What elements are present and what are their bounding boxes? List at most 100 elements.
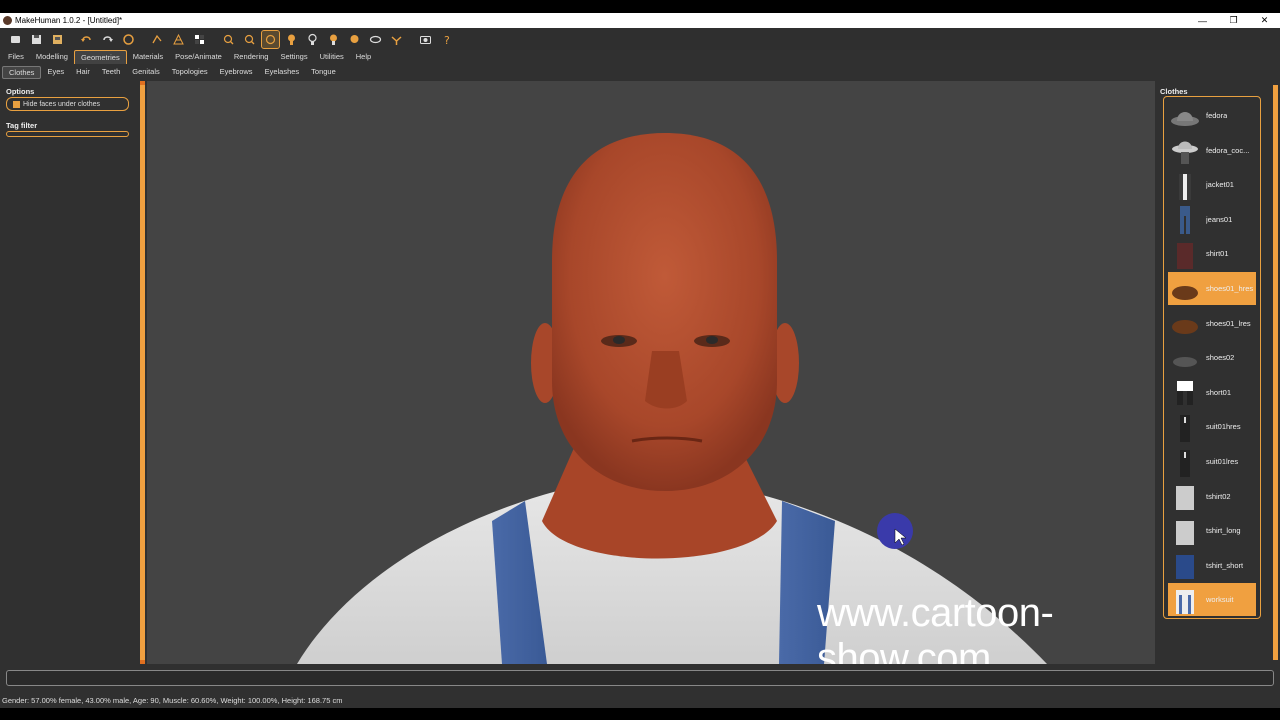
clothes-item[interactable]: fedora — [1168, 99, 1256, 132]
scroll-track[interactable] — [140, 85, 145, 660]
clothes-item[interactable]: shoes01_lres — [1168, 307, 1256, 340]
tab-utilities[interactable]: Utilities — [314, 50, 350, 64]
zoom-out-icon — [244, 34, 255, 44]
title-bar: MakeHuman 1.0.2 - [Untitled]* — ❐ ✕ — [0, 13, 1280, 28]
clothes-item[interactable]: short01 — [1168, 376, 1256, 409]
clothes-item[interactable]: suit01hres — [1168, 410, 1256, 443]
jacket-thumbnail — [1168, 168, 1202, 201]
clothes-item-label: fedora_coc... — [1206, 145, 1250, 155]
clothes-item[interactable]: fedora_coc... — [1168, 134, 1256, 167]
reset-button[interactable] — [120, 31, 137, 48]
subtab-hair[interactable]: Hair — [70, 66, 96, 79]
redo-button[interactable] — [99, 31, 116, 48]
reset-icon — [123, 33, 134, 45]
subtab-clothes[interactable]: Clothes — [2, 66, 42, 79]
jeans-thumbnail — [1168, 203, 1202, 236]
skeleton-button[interactable] — [388, 31, 405, 48]
undo-button[interactable] — [78, 31, 95, 48]
background-button[interactable] — [191, 31, 208, 48]
undo-icon — [81, 35, 91, 42]
save-button[interactable] — [28, 31, 45, 48]
subtab-eyebrows[interactable]: Eyebrows — [214, 66, 259, 79]
clothes-item[interactable]: shirt01 — [1168, 237, 1256, 270]
tab-rendering[interactable]: Rendering — [228, 50, 275, 64]
export-button[interactable] — [49, 31, 66, 48]
clothes-item[interactable]: suit01lres — [1168, 445, 1256, 478]
right-view-button[interactable] — [325, 31, 342, 48]
left-scrollbar[interactable] — [138, 81, 147, 664]
clothes-item[interactable]: tshirt_long — [1168, 514, 1256, 547]
scroll-track[interactable] — [1273, 85, 1278, 660]
tab-settings[interactable]: Settings — [274, 50, 313, 64]
pose-zoom-in-button[interactable] — [220, 31, 237, 48]
subtab-eyelashes[interactable]: Eyelashes — [259, 66, 306, 79]
new-button[interactable] — [7, 31, 24, 48]
subtab-tongue[interactable]: Tongue — [305, 66, 342, 79]
hat-dark-thumbnail — [1168, 134, 1202, 167]
right-scrollbar[interactable] — [1271, 81, 1280, 664]
subtab-genitals[interactable]: Genitals — [126, 66, 166, 79]
front-view-button[interactable] — [261, 29, 280, 49]
clothes-item-label: tshirt_short — [1206, 560, 1244, 570]
zoom-out-button[interactable] — [241, 31, 258, 48]
clothes-item[interactable]: worksuit — [1168, 583, 1256, 617]
left-view-button[interactable] — [304, 31, 321, 48]
save-icon — [32, 34, 41, 44]
clothes-item[interactable]: shoes01_hres — [1168, 272, 1256, 305]
tshirt-thumbnail — [1168, 514, 1202, 547]
clothes-item-label: shoes01_lres — [1206, 318, 1251, 328]
hide-faces-checkbox[interactable] — [13, 100, 20, 108]
tab-geometries[interactable]: Geometries — [73, 50, 127, 64]
maximize-button[interactable]: ❐ — [1218, 13, 1249, 28]
bottom-view-icon — [369, 35, 382, 43]
hat-thumbnail — [1168, 99, 1202, 132]
hide-faces-label: Hide faces under clothes — [23, 100, 101, 108]
clothes-item-label: worksuit — [1206, 595, 1234, 605]
shorts-thumbnail — [1168, 376, 1202, 409]
3d-viewport[interactable]: www.cartoon-show.com — [147, 81, 1155, 664]
tab-help[interactable]: Help — [350, 50, 377, 64]
clothes-item[interactable]: shoes02 — [1168, 341, 1256, 374]
help-button[interactable]: ? — [438, 31, 455, 48]
sub-tabs: Clothes Eyes Hair Teeth Genitals Topologies Ey… — [0, 66, 342, 79]
subtab-eyes[interactable]: Eyes — [41, 66, 70, 79]
tshirt-blue-thumbnail — [1168, 549, 1202, 582]
back-view-button[interactable] — [283, 31, 300, 48]
help-icon: ? — [444, 34, 450, 46]
wireframe-button[interactable] — [170, 31, 187, 48]
bottom-view-button[interactable] — [367, 31, 384, 48]
top-view-button[interactable] — [346, 31, 363, 48]
tab-pose-animate[interactable]: Pose/Animate — [169, 50, 228, 64]
clothes-item[interactable]: jeans01 — [1168, 203, 1256, 236]
top-black-bar — [0, 0, 1280, 13]
human-model — [297, 133, 1047, 664]
minimize-button[interactable]: — — [1187, 13, 1218, 28]
subtab-teeth[interactable]: Teeth — [96, 66, 126, 79]
bottom-black-bar — [0, 708, 1280, 720]
screenshot-button[interactable] — [417, 31, 434, 48]
window-title: MakeHuman 1.0.2 - [Untitled]* — [15, 16, 123, 25]
tab-materials[interactable]: Materials — [127, 50, 169, 64]
subtab-topologies[interactable]: Topologies — [166, 66, 214, 79]
pose-zoom-in-icon — [223, 34, 234, 44]
watermark-text: www.cartoon-show.com — [817, 591, 1054, 664]
scroll-down-arrow[interactable] — [140, 660, 145, 664]
screenshot-icon — [420, 35, 431, 44]
left-view-icon — [308, 33, 317, 45]
close-button[interactable]: ✕ — [1249, 13, 1280, 28]
tshirt-thumbnail — [1168, 480, 1202, 513]
toolbar: ? — [0, 28, 1280, 50]
clothes-item[interactable]: tshirt_short — [1168, 549, 1256, 582]
smooth-icon — [152, 34, 162, 43]
clothes-item[interactable]: jacket01 — [1168, 168, 1256, 201]
front-view-icon — [265, 34, 276, 44]
app-icon — [3, 16, 12, 25]
clothes-item[interactable]: tshirt02 — [1168, 480, 1256, 513]
tab-modelling[interactable]: Modelling — [30, 50, 74, 64]
tab-files[interactable]: Files — [2, 50, 30, 64]
main-tabs: Files Modelling Geometries Materials Pose/An… — [0, 50, 377, 64]
right-view-icon — [330, 34, 337, 45]
shoe-dark-thumbnail — [1168, 341, 1202, 374]
suit-thumbnail — [1168, 445, 1202, 478]
smooth-button[interactable] — [149, 31, 166, 48]
